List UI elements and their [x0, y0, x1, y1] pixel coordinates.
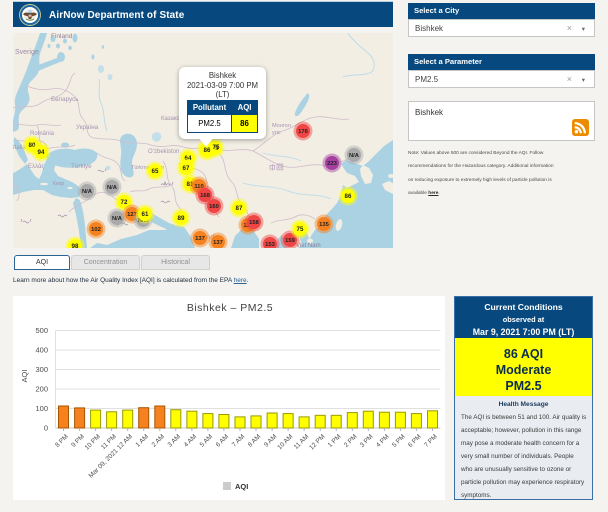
- svg-text:158: 158: [249, 220, 259, 226]
- svg-text:61: 61: [142, 211, 149, 218]
- svg-text:AQI: AQI: [20, 369, 29, 382]
- svg-text:3 AM: 3 AM: [166, 433, 181, 448]
- svg-text:2 AM: 2 AM: [150, 433, 165, 448]
- svg-text:102: 102: [91, 227, 101, 233]
- svg-text:Türkiye: Türkiye: [71, 163, 92, 170]
- svg-text:8 AM: 8 AM: [246, 433, 261, 448]
- svg-text:94: 94: [38, 149, 45, 156]
- svg-text:100: 100: [35, 404, 48, 413]
- svg-text:5 PM: 5 PM: [390, 433, 406, 449]
- svg-text:223: 223: [327, 161, 337, 167]
- svg-text:6 PM: 6 PM: [406, 433, 422, 449]
- svg-text:5 AM: 5 AM: [198, 433, 213, 448]
- svg-text:10 PM: 10 PM: [83, 433, 101, 451]
- svg-text:86: 86: [345, 193, 352, 200]
- svg-text:4 PM: 4 PM: [374, 433, 390, 449]
- svg-text:72: 72: [121, 199, 128, 206]
- svg-text:7 AM: 7 AM: [230, 433, 245, 448]
- svg-text:400: 400: [35, 345, 48, 354]
- svg-text:Беларусь: Беларусь: [51, 96, 79, 103]
- svg-text:Ελλάς: Ελλάς: [28, 163, 44, 170]
- svg-text:200: 200: [35, 384, 48, 393]
- svg-text:Кипр: Кипр: [53, 181, 64, 187]
- svg-text:153: 153: [265, 242, 275, 248]
- svg-text:2 PM: 2 PM: [342, 433, 358, 449]
- svg-text:500: 500: [35, 326, 48, 335]
- svg-text:AQI: AQI: [235, 482, 248, 491]
- svg-text:89: 89: [178, 215, 185, 222]
- svg-text:159: 159: [285, 238, 295, 244]
- svg-text:87: 87: [236, 205, 243, 212]
- svg-text:улс: улс: [272, 130, 281, 136]
- svg-text:86: 86: [204, 147, 211, 154]
- svg-text:12 PM: 12 PM: [308, 433, 326, 451]
- svg-text:1 AM: 1 AM: [134, 433, 149, 448]
- svg-text:O’zbekiston: O’zbekiston: [148, 149, 179, 155]
- svg-text:Монгол: Монгол: [272, 123, 291, 129]
- svg-text:137: 137: [195, 236, 205, 242]
- svg-text:N/A: N/A: [112, 216, 123, 222]
- svg-text:8 PM: 8 PM: [54, 433, 70, 449]
- svg-text:N/A: N/A: [82, 189, 93, 195]
- svg-text:7 PM: 7 PM: [423, 433, 439, 449]
- svg-text:67: 67: [183, 165, 190, 172]
- svg-text:135: 135: [319, 222, 329, 228]
- svg-text:6 AM: 6 AM: [214, 433, 229, 448]
- svg-text:65: 65: [152, 168, 159, 175]
- svg-text:137: 137: [213, 240, 223, 246]
- svg-text:160: 160: [209, 204, 219, 210]
- svg-text:3 PM: 3 PM: [358, 433, 374, 449]
- svg-text:10 AM: 10 AM: [276, 433, 294, 451]
- svg-text:Україна: Україна: [76, 124, 99, 131]
- svg-text:300: 300: [35, 365, 48, 374]
- svg-text:Sverige: Sverige: [15, 49, 39, 56]
- svg-text:N/A: N/A: [107, 185, 118, 191]
- svg-text:98: 98: [72, 243, 79, 248]
- svg-text:N/A: N/A: [349, 153, 360, 159]
- svg-text:4 AM: 4 AM: [182, 433, 197, 448]
- svg-text:75: 75: [297, 226, 304, 233]
- svg-text:Viet Nam: Viet Nam: [296, 243, 321, 248]
- svg-text:0: 0: [43, 423, 47, 432]
- svg-text:176: 176: [298, 129, 308, 135]
- svg-text:Finland: Finland: [51, 33, 73, 40]
- svg-text:Bishkek – PM2.5: Bishkek – PM2.5: [186, 302, 272, 314]
- svg-text:1 PM: 1 PM: [326, 433, 342, 449]
- svg-text:11 AM: 11 AM: [292, 433, 310, 451]
